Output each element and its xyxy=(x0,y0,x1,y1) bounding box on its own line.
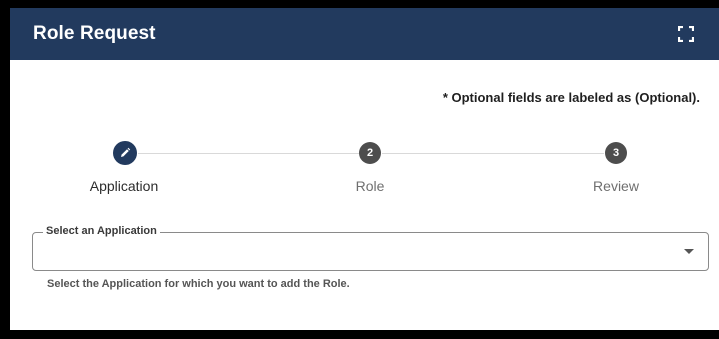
application-select-helper: Select the Application for which you wan… xyxy=(47,278,350,290)
step-2-number: 2 xyxy=(366,147,374,159)
pencil-icon xyxy=(121,147,131,157)
step-3-indicator[interactable]: 3 xyxy=(605,142,627,164)
stepper: 2 3 Application Role Review xyxy=(10,138,719,198)
step-3-label: Review xyxy=(593,178,639,194)
step-1-label: Application xyxy=(89,178,159,194)
step-connector xyxy=(138,153,360,154)
dialog-title: Role Request xyxy=(33,23,156,44)
fullscreen-button[interactable] xyxy=(675,23,697,45)
fullscreen-icon xyxy=(678,26,694,42)
chevron-down-icon[interactable] xyxy=(684,249,694,254)
optional-fields-note: * Optional fields are labeled as (Option… xyxy=(442,90,700,105)
step-2-indicator[interactable]: 2 xyxy=(359,142,381,164)
step-3-number: 3 xyxy=(612,147,620,159)
dialog-header: Role Request xyxy=(10,8,719,60)
step-connector xyxy=(382,153,604,154)
step-1-indicator[interactable] xyxy=(113,141,137,165)
step-2-label: Role xyxy=(355,178,385,194)
application-select[interactable]: Select an Application xyxy=(32,225,709,271)
application-select-label: Select an Application xyxy=(43,225,160,237)
role-request-dialog: Role Request * Optional fields are label… xyxy=(10,8,719,330)
